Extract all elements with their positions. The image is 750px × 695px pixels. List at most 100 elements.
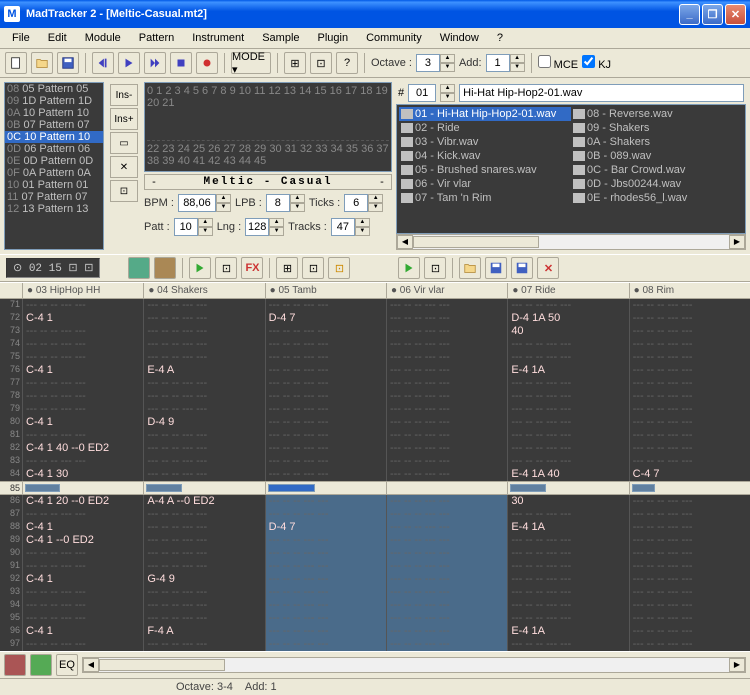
tool-1-button[interactable]: ⊞	[284, 52, 306, 74]
menu-?[interactable]: ?	[489, 30, 511, 46]
stop-button[interactable]	[170, 52, 192, 74]
instrument-list[interactable]: 01 - Hi-Hat Hip-Hop2-01.wav02 - Ride03 -…	[396, 104, 746, 234]
main-scroll-right[interactable]: ▶	[729, 658, 745, 672]
track-column[interactable]: --- -- -- --- ------ -- -- --- ------ --…	[629, 495, 750, 651]
menu-file[interactable]: File	[4, 30, 38, 46]
lng-input[interactable]	[245, 218, 269, 236]
pattern-list[interactable]: 08 05 Pattern 0509 1D Pattern 1D0A 10 Pa…	[4, 82, 104, 250]
bottom-btn-1[interactable]	[4, 654, 26, 676]
inst-scrollbar[interactable]: ◀ ▶	[396, 234, 746, 250]
track-column[interactable]: 30--- -- -- --- ---E-4 1A--- -- -- --- -…	[507, 495, 628, 651]
add-down[interactable]: ▼	[510, 63, 525, 72]
open-button[interactable]	[31, 52, 53, 74]
open2-button[interactable]	[459, 257, 481, 279]
track-column[interactable]: --- -- -- --- ------ -- -- --- ------ --…	[143, 299, 264, 481]
track-header[interactable]: ● 06 Vir vlar	[386, 283, 507, 298]
track-column[interactable]: --- -- -- --- ------ -- -- --- ------ --…	[386, 299, 507, 481]
menu-community[interactable]: Community	[358, 30, 430, 46]
octave-up[interactable]: ▲	[440, 54, 455, 63]
ins-plus-button[interactable]: Ins+	[110, 108, 138, 130]
edit-tool-b[interactable]: ⊞	[276, 257, 298, 279]
track-column[interactable]: --- -- -- --- ------ -- -- --- ------ --…	[386, 495, 507, 651]
track-header[interactable]: ● 08 Rim	[629, 283, 750, 298]
song-next-button[interactable]: -	[374, 176, 390, 188]
play-button[interactable]	[118, 52, 140, 74]
add-up[interactable]: ▲	[510, 54, 525, 63]
ins-minus-button[interactable]: Ins-	[110, 84, 138, 106]
track-column[interactable]: --- -- -- --- ------ -- -- --- ------ --…	[629, 299, 750, 481]
mce-checkbox[interactable]: MCE	[538, 55, 579, 71]
ticks-input[interactable]	[344, 194, 368, 212]
close-button[interactable]: ✕	[725, 4, 746, 25]
delete-button[interactable]: ✕	[110, 156, 138, 178]
instrument-item[interactable]: 03 - Vibr.wav	[399, 135, 571, 149]
menu-pattern[interactable]: Pattern	[131, 30, 182, 46]
mode-button[interactable]: MODE ▾	[231, 52, 271, 74]
main-scroll-left[interactable]: ◀	[83, 658, 99, 672]
extra-button[interactable]: ⊡	[110, 180, 138, 202]
instrument-item[interactable]: 01 - Hi-Hat Hip-Hop2-01.wav	[399, 107, 571, 121]
pattern-row[interactable]: 0B 07 Pattern 07	[5, 119, 103, 131]
edit-tool-c[interactable]: ⊡	[302, 257, 324, 279]
play-pattern-button[interactable]	[144, 52, 166, 74]
menu-instrument[interactable]: Instrument	[184, 30, 252, 46]
track-header[interactable]: ● 07 Ride	[507, 283, 628, 298]
track-column[interactable]: --- -- -- --- ---C-4 1--- -- -- --- ----…	[22, 299, 143, 481]
octave-spinner[interactable]: ▲▼	[416, 54, 455, 72]
instrument-item[interactable]: 05 - Brushed snares.wav	[399, 163, 571, 177]
pattern-row[interactable]: 0E 0D Pattern 0D	[5, 155, 103, 167]
instrument-item[interactable]: 07 - Tam 'n Rim	[399, 191, 571, 205]
play-sel-button[interactable]	[189, 257, 211, 279]
menu-sample[interactable]: Sample	[254, 30, 307, 46]
track-column[interactable]: --- -- -- --- ---D-4 7--- -- -- --- ----…	[265, 299, 386, 481]
instrument-item[interactable]: 02 - Ride	[399, 121, 571, 135]
tracker-grid-bottom[interactable]: 868788899091929394959697 C-4 1 20 --0 ED…	[0, 495, 750, 651]
inst-num-input[interactable]	[408, 84, 436, 102]
record-button[interactable]	[196, 52, 218, 74]
save-button[interactable]	[57, 52, 79, 74]
menu-window[interactable]: Window	[432, 30, 487, 46]
pattern-row[interactable]: 10 01 Pattern 01	[5, 179, 103, 191]
scroll-left-button[interactable]: ◀	[397, 235, 413, 249]
edit-btn-1[interactable]	[128, 257, 150, 279]
track-header[interactable]: ● 05 Tamb	[265, 283, 386, 298]
pattern-row[interactable]: 09 1D Pattern 1D	[5, 95, 103, 107]
maximize-button[interactable]: ❐	[702, 4, 723, 25]
play2-button[interactable]	[398, 257, 420, 279]
scroll-right-button[interactable]: ▶	[729, 235, 745, 249]
track-header[interactable]: ● 04 Shakers	[143, 283, 264, 298]
track-column[interactable]: --- -- -- --- ---D-4 1A 50 40--- -- -- -…	[507, 299, 628, 481]
inst-name-input[interactable]	[459, 84, 744, 102]
instrument-item[interactable]: 0E - rhodes56_l.wav	[571, 191, 743, 205]
pattern-row[interactable]: 0D 06 Pattern 06	[5, 143, 103, 155]
edit-btn-2[interactable]	[154, 257, 176, 279]
track-column[interactable]: --- -- -- --- ------ -- -- --- ---D-4 7-…	[265, 495, 386, 651]
saveas-button[interactable]	[511, 257, 533, 279]
fx-button[interactable]: FX	[241, 257, 263, 279]
add-input[interactable]	[486, 54, 510, 72]
pattern-row[interactable]: 12 13 Pattern 13	[5, 203, 103, 215]
track-header[interactable]: ● 03 HipHop HH	[22, 283, 143, 298]
instrument-item[interactable]: 08 - Reverse.wav	[571, 107, 743, 121]
menu-edit[interactable]: Edit	[40, 30, 75, 46]
edit-tool-e[interactable]: ⊡	[424, 257, 446, 279]
instrument-item[interactable]: 0A - Shakers	[571, 135, 743, 149]
save2-button[interactable]	[485, 257, 507, 279]
instrument-item[interactable]: 0C - Bar Crowd.wav	[571, 163, 743, 177]
instrument-item[interactable]: 09 - Shakers	[571, 121, 743, 135]
eq-button[interactable]: EQ	[56, 654, 78, 676]
wave-view[interactable]: 0 1 2 3 4 5 6 7 8 9 10 11 12 13 14 15 16…	[144, 82, 392, 172]
bottom-btn-2[interactable]	[30, 654, 52, 676]
rewind-button[interactable]	[92, 52, 114, 74]
patt-input[interactable]	[174, 218, 198, 236]
doc-button[interactable]: ▭	[110, 132, 138, 154]
edit-tool-a[interactable]: ⊡	[215, 257, 237, 279]
tool-2-button[interactable]: ⊡	[310, 52, 332, 74]
pattern-row[interactable]: 0F 0A Pattern 0A	[5, 167, 103, 179]
kj-checkbox[interactable]: KJ	[582, 55, 611, 71]
track-column[interactable]: C-4 1 20 --0 ED2--- -- -- --- ---C-4 1C-…	[22, 495, 143, 651]
clear-button[interactable]: ✕	[537, 257, 559, 279]
octave-input[interactable]	[416, 54, 440, 72]
bpm-input[interactable]	[178, 194, 216, 212]
pattern-row[interactable]: 08 05 Pattern 05	[5, 83, 103, 95]
